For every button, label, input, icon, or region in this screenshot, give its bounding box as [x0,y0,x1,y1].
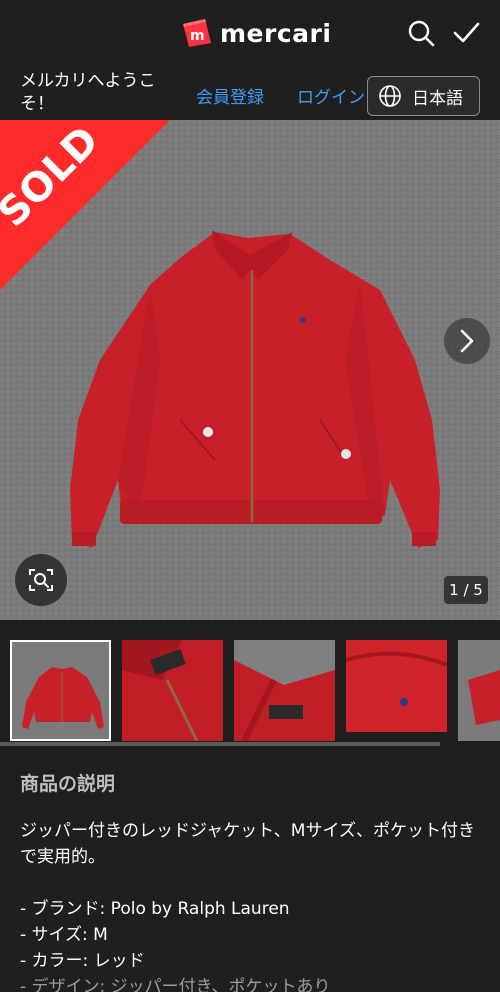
thumbnail-scrollbar[interactable] [0,742,440,746]
product-image-main[interactable]: SOLD 1 / 5 [0,120,500,620]
description-heading: 商品の説明 [20,773,116,795]
zoom-scan-icon [29,569,53,591]
top-bar: m mercari [0,0,500,68]
list-item: - サイズ: M [20,925,108,945]
sold-ribbon: SOLD [0,120,170,290]
description-list: - ブランド: Polo by Ralph Lauren - サイズ: M - … [20,896,482,992]
brand-name: mercari [220,18,332,48]
welcome-bar: メルカリへようこそ！ 会員登録 ログイン 日本語 [0,68,500,120]
thumbnail-5[interactable] [458,640,500,741]
check-icon[interactable] [451,18,481,48]
chevron-right-icon [460,329,474,353]
list-item: - カラー: レッド [20,951,145,971]
thumbnail-1[interactable] [10,640,111,741]
description-body: ジッパー付きのレッドジャケット、Mサイズ、ポケット付きで実用的。 - ブランド:… [20,818,482,992]
image-counter: 1 / 5 [444,576,488,604]
register-link[interactable]: 会員登録 [196,83,264,108]
thumbnail-4[interactable] [346,640,447,741]
next-image-button[interactable] [444,318,490,364]
mercari-box-icon: m [180,16,214,50]
list-item: - デザイン: ジッパー付き、ポケットあり [20,977,331,992]
svg-text:m: m [190,28,205,44]
mercari-logo[interactable]: m mercari [180,16,331,50]
thumbnail-strip [0,640,500,742]
globe-icon [379,85,401,107]
thumbnail-3[interactable] [234,640,335,741]
zoom-button[interactable] [15,554,67,606]
description-intro: ジッパー付きのレッドジャケット、Mサイズ、ポケット付きで実用的。 [20,821,475,867]
search-icon[interactable] [406,18,436,48]
login-link[interactable]: ログイン [297,83,369,108]
list-item: - ブランド: Polo by Ralph Lauren [20,899,290,919]
welcome-text: メルカリへようこそ！ [20,71,156,114]
thumbnail-2[interactable] [122,640,223,741]
language-button[interactable]: 日本語 [367,76,480,116]
language-label: 日本語 [412,88,463,109]
